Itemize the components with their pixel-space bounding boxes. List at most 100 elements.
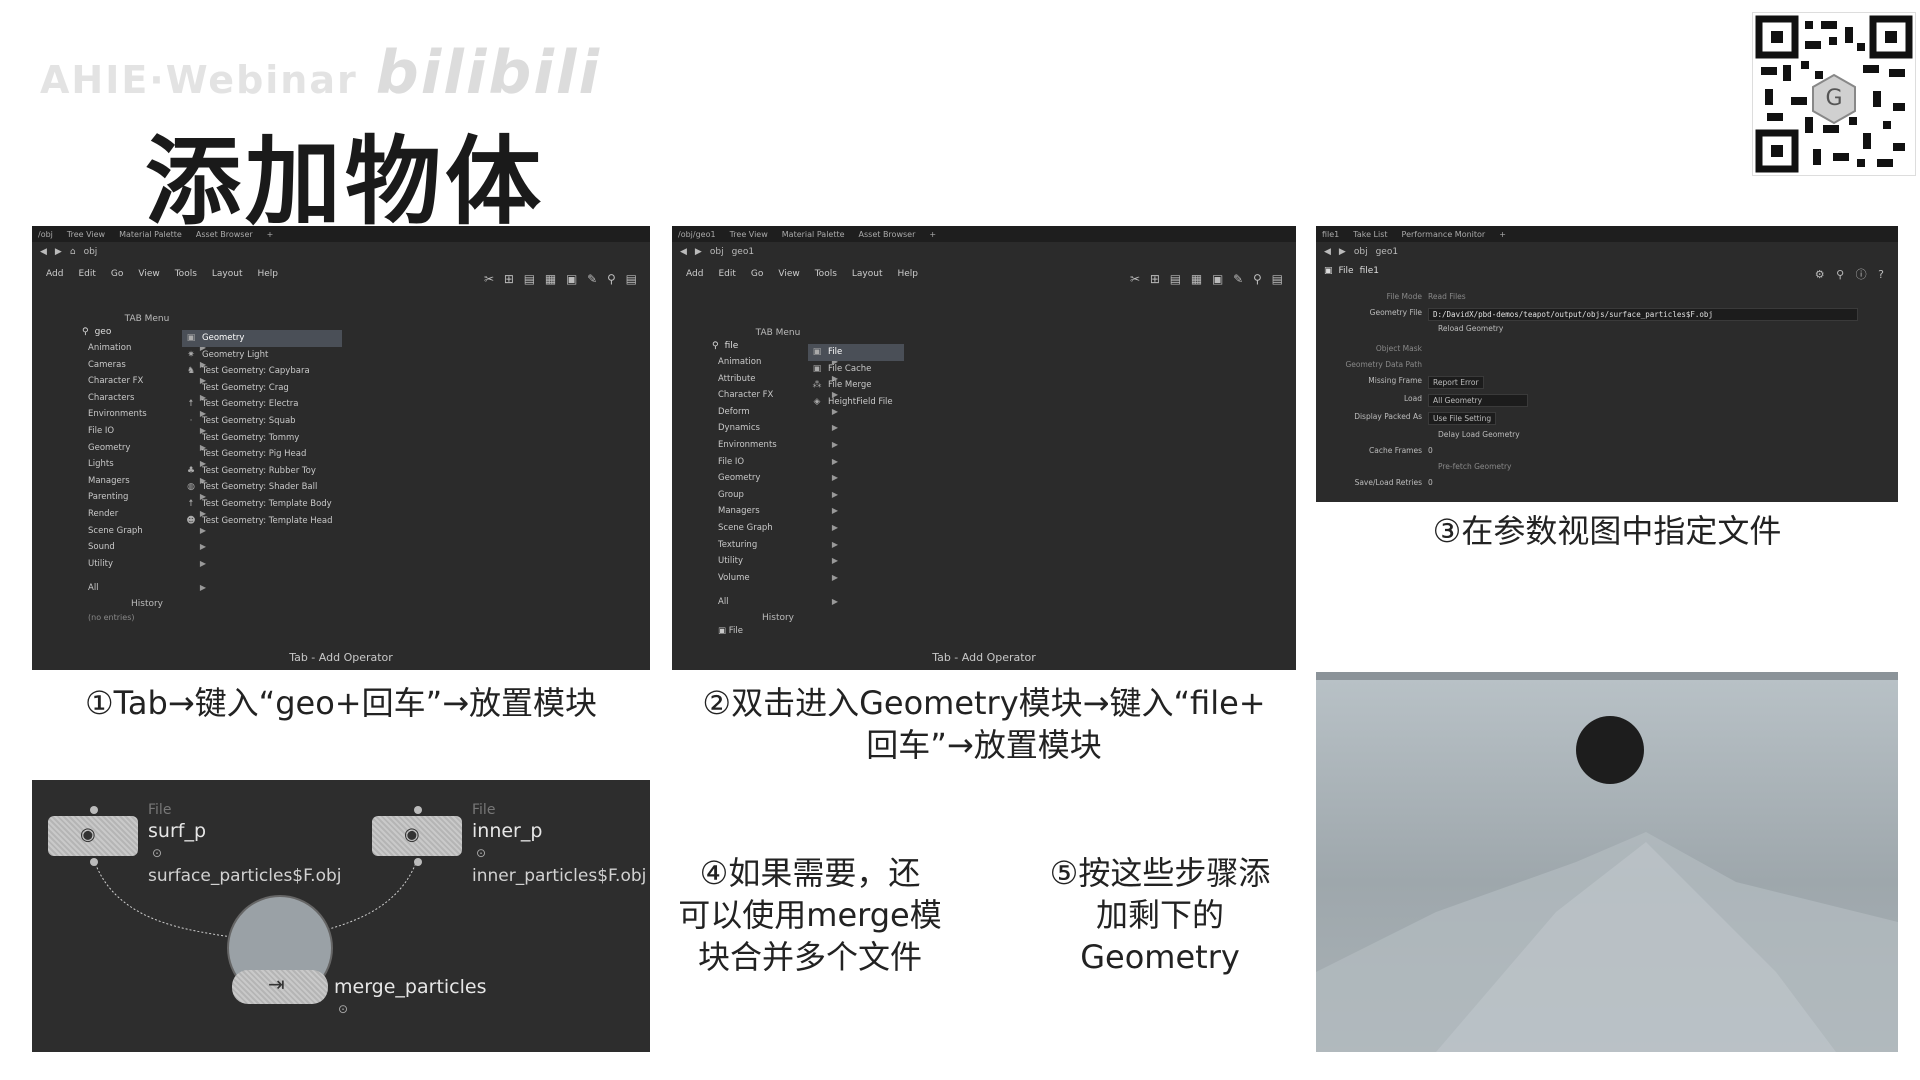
- test-geometry-icon: ♞: [186, 366, 196, 377]
- tab-obj[interactable]: /obj: [38, 230, 53, 239]
- reload-geometry-button[interactable]: Reload Geometry: [1438, 324, 1503, 333]
- search-input[interactable]: geo: [95, 327, 112, 337]
- result-item[interactable]: ▣ File: [808, 344, 904, 361]
- file-cache-icon: ▣: [812, 363, 822, 374]
- category-item[interactable]: Sound ▶: [82, 539, 212, 556]
- tab-tree-view[interactable]: Tree View: [67, 230, 105, 239]
- back-icon[interactable]: ◀: [1324, 247, 1331, 257]
- tab-file1[interactable]: file1: [1322, 230, 1339, 239]
- geometry-file-input[interactable]: D:/DavidX/pbd-demos/teapot/output/objs/s…: [1428, 308, 1858, 321]
- search-input[interactable]: file: [725, 341, 739, 351]
- category-item[interactable]: Environments ▶: [712, 437, 844, 454]
- add-tab-icon[interactable]: +: [267, 230, 274, 239]
- category-item[interactable]: Volume ▶: [712, 570, 844, 587]
- clock-icon: ⊙: [152, 846, 163, 860]
- light-icon: ✷: [187, 349, 195, 360]
- menu-edit[interactable]: Edit: [718, 269, 735, 279]
- node-name-label[interactable]: inner_p: [472, 820, 542, 842]
- result-item[interactable]: Test Geometry: Tommy: [182, 430, 342, 447]
- category-item[interactable]: File IO ▶: [712, 454, 844, 471]
- category-item[interactable]: Utility ▶: [82, 556, 212, 573]
- file-node-icon: ◉: [80, 824, 96, 845]
- category-item[interactable]: Scene Graph ▶: [712, 520, 844, 537]
- path-obj[interactable]: obj: [710, 247, 724, 257]
- tab-asset-browser[interactable]: Asset Browser: [196, 230, 253, 239]
- delay-load-checkbox[interactable]: Delay Load Geometry: [1438, 430, 1520, 439]
- toolbar-icons[interactable]: ✂ ⊞ ▤ ▦ ▣ ✎ ⚲ ▤: [1130, 272, 1286, 286]
- category-item[interactable]: Group ▶: [712, 487, 844, 504]
- cache-frames-input[interactable]: 0: [1428, 446, 1433, 455]
- param-toolbar-icons[interactable]: ⚙ ⚲ ⓘ ?: [1815, 266, 1888, 282]
- display-packed-select[interactable]: Use File Setting: [1428, 412, 1497, 425]
- menu-tools[interactable]: Tools: [815, 269, 837, 279]
- menu-go[interactable]: Go: [111, 269, 123, 279]
- category-item[interactable]: Geometry ▶: [712, 470, 844, 487]
- node-file-label: inner_particles$F.obj: [472, 866, 647, 886]
- result-item[interactable]: ⁂ File Merge: [808, 377, 904, 394]
- menu-layout[interactable]: Layout: [852, 269, 883, 279]
- result-item[interactable]: · Test Geometry: Squab: [182, 413, 342, 430]
- path-geo1[interactable]: geo1: [1376, 247, 1398, 257]
- history-item[interactable]: ▣ File: [712, 626, 844, 636]
- bilibili-logo: bilibili: [375, 38, 602, 108]
- result-item[interactable]: Test Geometry: Crag: [182, 380, 342, 397]
- result-item[interactable]: ✷ Geometry Light: [182, 347, 342, 364]
- add-tab-icon[interactable]: +: [1499, 230, 1506, 239]
- result-item[interactable]: ☻ Test Geometry: Template Head: [182, 513, 342, 530]
- toolbar-icons[interactable]: ✂ ⊞ ▤ ▦ ▣ ✎ ⚲ ▤: [484, 272, 640, 286]
- add-tab-icon[interactable]: +: [929, 230, 936, 239]
- menu-add[interactable]: Add: [686, 269, 703, 279]
- category-all[interactable]: All ▶: [712, 594, 844, 611]
- result-item[interactable]: ▣ Geometry: [182, 330, 342, 347]
- forward-icon[interactable]: ▶: [1339, 247, 1346, 257]
- tab-menu-title: TAB Menu: [755, 328, 801, 338]
- file-node-icon: ▣: [812, 347, 822, 357]
- forward-icon[interactable]: ▶: [695, 247, 702, 257]
- history-label: History: [761, 612, 795, 623]
- retries-input[interactable]: 0: [1428, 478, 1433, 487]
- result-item[interactable]: ♞ Test Geometry: Capybara: [182, 363, 342, 380]
- path-obj[interactable]: obj: [1354, 247, 1368, 257]
- menu-edit[interactable]: Edit: [78, 269, 95, 279]
- menu-help[interactable]: Help: [898, 269, 919, 279]
- load-select[interactable]: All Geometry: [1428, 394, 1528, 407]
- panel-tab-menu-geo: /obj Tree View Material Palette Asset Br…: [32, 226, 650, 670]
- result-item[interactable]: ◈ HeightField File: [808, 394, 904, 411]
- missing-frame-select[interactable]: Report Error: [1428, 376, 1484, 389]
- result-item[interactable]: ☨ Test Geometry: Template Body: [182, 496, 342, 513]
- category-item[interactable]: Managers ▶: [712, 503, 844, 520]
- tab-material-palette[interactable]: Material Palette: [782, 230, 845, 239]
- menu-layout[interactable]: Layout: [212, 269, 243, 279]
- result-item[interactable]: Test Geometry: Pig Head: [182, 446, 342, 463]
- path-geo1[interactable]: geo1: [732, 247, 754, 257]
- menu-view[interactable]: View: [778, 269, 799, 279]
- result-item[interactable]: ▣ File Cache: [808, 361, 904, 378]
- category-item[interactable]: Texturing ▶: [712, 537, 844, 554]
- tab-performance-monitor[interactable]: Performance Monitor: [1402, 230, 1486, 239]
- back-icon[interactable]: ◀: [40, 247, 47, 257]
- back-icon[interactable]: ◀: [680, 247, 687, 257]
- menu-add[interactable]: Add: [46, 269, 63, 279]
- tab-tree-view[interactable]: Tree View: [730, 230, 768, 239]
- path-obj[interactable]: obj: [84, 247, 98, 257]
- prefetch-checkbox[interactable]: Pre-fetch Geometry: [1438, 462, 1511, 471]
- tab-asset-browser[interactable]: Asset Browser: [859, 230, 916, 239]
- node-name[interactable]: file1: [1360, 266, 1379, 276]
- forward-icon[interactable]: ▶: [55, 247, 62, 257]
- tab-material-palette[interactable]: Material Palette: [119, 230, 182, 239]
- category-item[interactable]: Utility ▶: [712, 553, 844, 570]
- menu-go[interactable]: Go: [751, 269, 763, 279]
- category-all[interactable]: All ▶: [82, 580, 212, 597]
- tab-take-list[interactable]: Take List: [1353, 230, 1387, 239]
- result-item[interactable]: ♣ Test Geometry: Rubber Toy: [182, 463, 342, 480]
- result-item[interactable]: ◍ Test Geometry: Shader Ball: [182, 479, 342, 496]
- result-item[interactable]: ☨ Test Geometry: Electra: [182, 396, 342, 413]
- node-name-label[interactable]: surf_p: [148, 820, 206, 842]
- node-type-label: File: [148, 802, 172, 818]
- menu-view[interactable]: View: [138, 269, 159, 279]
- tab-obj-geo1[interactable]: /obj/geo1: [678, 230, 716, 239]
- menu-tools[interactable]: Tools: [175, 269, 197, 279]
- category-item[interactable]: Dynamics ▶: [712, 420, 844, 437]
- menu-help[interactable]: Help: [258, 269, 279, 279]
- node-name-label[interactable]: merge_particles: [334, 976, 486, 998]
